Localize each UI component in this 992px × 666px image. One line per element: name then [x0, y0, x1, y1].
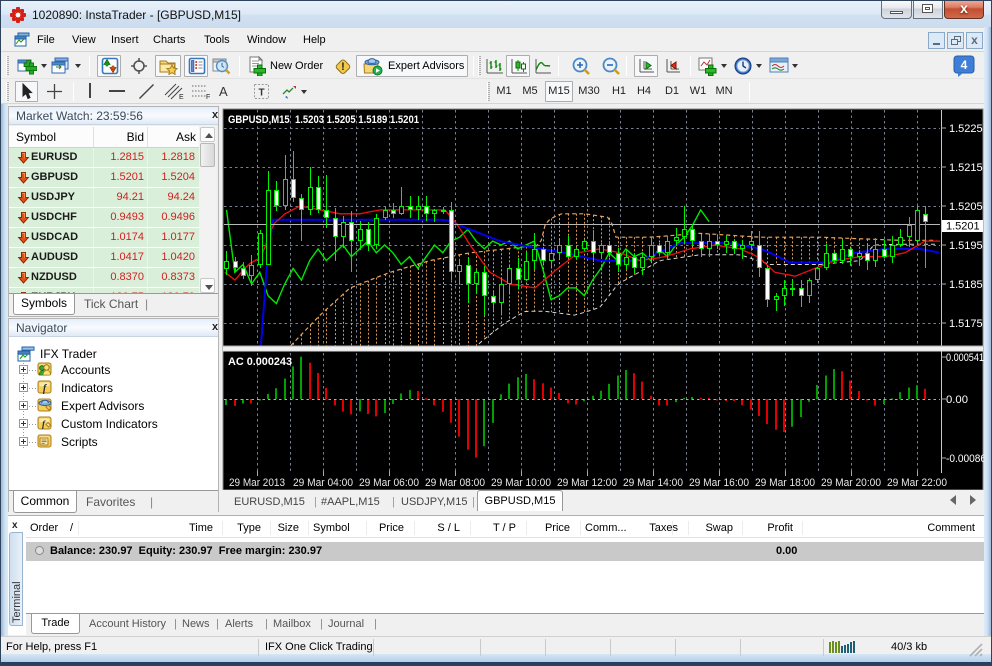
svg-text:29 Mar 22:00: 29 Mar 22:00: [887, 477, 947, 489]
svg-text:1.5185: 1.5185: [949, 279, 983, 291]
svg-text:AC 0.000243: AC 0.000243: [228, 356, 292, 368]
svg-text:1.5175: 1.5175: [949, 318, 983, 330]
svg-text:29 Mar 18:00: 29 Mar 18:00: [755, 477, 815, 489]
svg-text:4: 4: [961, 58, 968, 72]
svg-text:1.5225: 1.5225: [949, 123, 983, 135]
svg-text:!: !: [341, 61, 345, 73]
svg-text:GBPUSD,M15 1.5203 1.5205 1.51: GBPUSD,M15 1.5203 1.5205 1.5189 1.5201: [228, 114, 419, 126]
svg-text:T: T: [258, 88, 264, 99]
svg-text:29 Mar 06:00: 29 Mar 06:00: [359, 477, 419, 489]
svg-text:0.00: 0.00: [946, 394, 968, 406]
svg-text:1.5215: 1.5215: [949, 162, 983, 174]
svg-text:1.5195: 1.5195: [949, 240, 983, 252]
svg-text:29 Mar 12:00: 29 Mar 12:00: [557, 477, 617, 489]
svg-text:29 Mar 04:00: 29 Mar 04:00: [293, 477, 353, 489]
svg-text:29 Mar 14:00: 29 Mar 14:00: [623, 477, 683, 489]
svg-text:29 Mar 2013: 29 Mar 2013: [229, 477, 285, 489]
svg-text:0.000541: 0.000541: [946, 352, 984, 364]
svg-text:1.5201: 1.5201: [946, 221, 980, 233]
svg-text:E: E: [179, 94, 184, 100]
svg-text:29 Mar 20:00: 29 Mar 20:00: [821, 477, 881, 489]
svg-text:1.5205: 1.5205: [949, 201, 983, 213]
svg-text:29 Mar 08:00: 29 Mar 08:00: [425, 477, 485, 489]
svg-text:29 Mar 16:00: 29 Mar 16:00: [689, 477, 749, 489]
svg-text:-0.00086: -0.00086: [946, 453, 986, 465]
svg-text:F: F: [206, 94, 210, 100]
svg-text:29 Mar 10:00: 29 Mar 10:00: [491, 477, 551, 489]
svg-text:Terminal: Terminal: [11, 581, 23, 623]
